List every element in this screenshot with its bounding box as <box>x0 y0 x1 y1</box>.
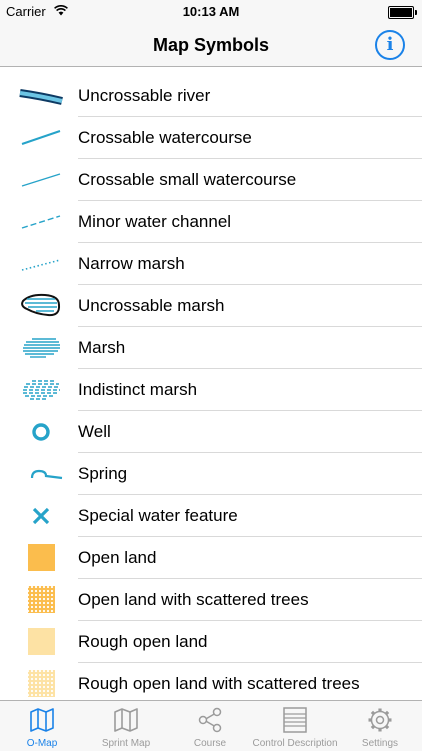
status-time: 10:13 AM <box>182 4 240 19</box>
tab-control-description[interactable]: Control Description <box>252 701 338 751</box>
list-item-open-land[interactable]: Open land <box>0 537 422 579</box>
tab-sprint-map[interactable]: Sprint Map <box>84 701 168 751</box>
list-item-rough-open-land[interactable]: Rough open land <box>0 621 422 663</box>
minor-channel-icon <box>21 215 61 229</box>
river-icon <box>19 89 63 105</box>
narrow-marsh-icon <box>21 259 61 271</box>
symbol-label: Rough open land with scattered trees <box>78 674 360 693</box>
list-item-uncrossable-marsh[interactable]: Uncrossable marsh <box>0 285 422 327</box>
list-item-special-water-feature[interactable]: Special water feature <box>0 495 422 537</box>
watercourse-icon <box>21 130 61 145</box>
list-item-spring[interactable]: Spring <box>0 453 422 495</box>
list-item-uncrossable-river[interactable]: Uncrossable river <box>0 75 422 117</box>
map-icon <box>30 708 54 732</box>
symbol-label: Minor water channel <box>78 212 232 231</box>
map-icon <box>114 708 138 732</box>
list-item-indistinct-marsh[interactable]: Indistinct marsh <box>0 369 422 411</box>
tab-label: Control Description <box>252 738 338 749</box>
list-item-open-land-scattered-trees[interactable]: Open land with scattered trees <box>0 579 422 621</box>
spring-icon <box>30 469 63 480</box>
open-land-icon <box>28 544 55 571</box>
symbol-list[interactable]: Uncrossable river Crossable watercourse … <box>0 67 422 699</box>
list-item-well[interactable]: Well <box>0 411 422 453</box>
tab-label: Course <box>193 738 227 749</box>
rough-open-land-icon <box>28 628 55 655</box>
tab-o-map[interactable]: O-Map <box>0 701 84 751</box>
small-watercourse-icon <box>21 173 61 187</box>
well-icon <box>32 423 50 441</box>
list-item-minor-water-channel[interactable]: Minor water channel <box>0 201 422 243</box>
symbol-label: Spring <box>78 464 128 483</box>
symbol-label: Crossable watercourse <box>78 128 252 147</box>
symbol-label: Open land with scattered trees <box>78 590 309 609</box>
symbol-label: Well <box>78 422 111 441</box>
symbol-label: Indistinct marsh <box>78 380 198 399</box>
status-bar: Carrier 10:13 AM <box>0 0 422 24</box>
table-icon <box>283 707 307 733</box>
symbol-label: Uncrossable river <box>78 86 211 105</box>
symbol-label: Narrow marsh <box>78 254 185 273</box>
symbol-label: Open land <box>78 548 157 567</box>
special-water-icon <box>32 507 50 525</box>
list-item-marsh[interactable]: Marsh <box>0 327 422 369</box>
symbol-label: Uncrossable marsh <box>78 296 225 315</box>
battery-icon <box>388 6 417 19</box>
gear-icon <box>368 708 392 732</box>
info-button[interactable]: i <box>375 30 405 60</box>
open-land-trees-icon <box>28 586 55 613</box>
tab-bar: O-Map Sprint Map Course Control Descript… <box>0 700 422 751</box>
indistinct-marsh-icon <box>23 380 60 400</box>
tab-settings[interactable]: Settings <box>338 701 422 751</box>
list-item-rough-open-land-scattered-trees[interactable]: Rough open land with scattered trees <box>0 663 422 699</box>
list-item-narrow-marsh[interactable]: Narrow marsh <box>0 243 422 285</box>
symbol-label: Rough open land <box>78 632 208 651</box>
tab-label: O-Map <box>26 738 58 749</box>
symbol-label: Crossable small watercourse <box>78 170 297 189</box>
tab-label: Sprint Map <box>101 738 151 749</box>
tab-label: Settings <box>361 738 399 749</box>
navigation-bar: Map Symbols i <box>0 24 422 67</box>
marsh-icon <box>23 338 60 358</box>
list-item-crossable-small-watercourse[interactable]: Crossable small watercourse <box>0 159 422 201</box>
symbol-label: Marsh <box>78 338 126 357</box>
uncrossable-marsh-icon <box>21 293 61 317</box>
tab-course[interactable]: Course <box>168 701 252 751</box>
share-icon <box>198 707 222 733</box>
page-title: Map Symbols <box>152 35 270 55</box>
list-item-crossable-watercourse[interactable]: Crossable watercourse <box>0 117 422 159</box>
rough-open-land-trees-icon <box>28 670 55 697</box>
symbol-label: Special water feature <box>78 506 238 525</box>
info-icon: i <box>386 34 394 55</box>
